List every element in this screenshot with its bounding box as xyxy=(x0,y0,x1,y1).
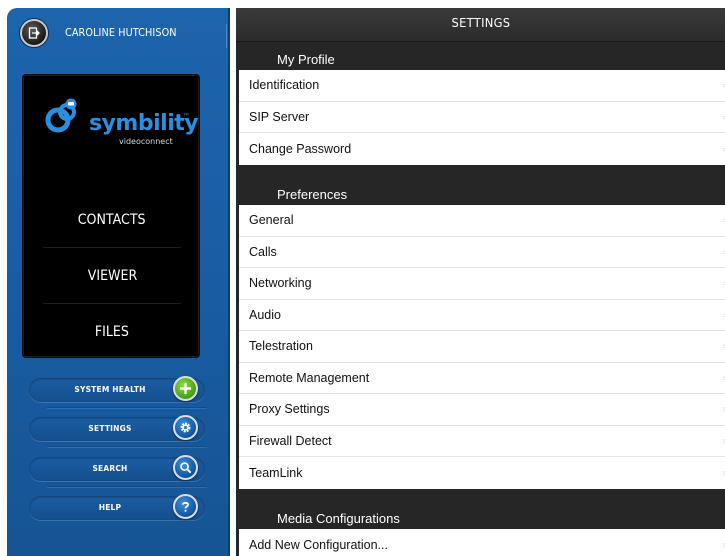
tool-label: SYSTEM HEALTH xyxy=(74,385,146,394)
settings-row-firewall-detect[interactable]: Firewall Detect › xyxy=(239,426,725,457)
row-label: TeamLink xyxy=(249,465,303,480)
row-label: Proxy Settings xyxy=(249,402,330,417)
settings-row-remote-management[interactable]: Remote Management › xyxy=(239,363,725,394)
divider xyxy=(47,486,207,487)
settings-row-general[interactable]: General › xyxy=(239,205,725,237)
row-label: Calls xyxy=(249,244,277,259)
logo-subtitle: videoconnect xyxy=(119,137,173,146)
nav-item-files[interactable]: FILES xyxy=(23,304,201,360)
sidebar: CAROLINE HUTCHISON symbility ™ videoconn… xyxy=(7,8,230,556)
search-icon-button[interactable] xyxy=(173,455,198,480)
tool-label: SEARCH xyxy=(92,464,128,473)
symbility-logo: symbility ™ videoconnect xyxy=(45,95,199,149)
divider xyxy=(226,24,229,48)
gear-icon xyxy=(180,422,191,433)
row-label: Add New Configuration... xyxy=(249,537,388,552)
row-label: Networking xyxy=(249,276,312,291)
section-title-media-configurations: Media Configurations xyxy=(277,511,400,526)
page-title: SETTINGS xyxy=(451,15,510,30)
divider xyxy=(47,407,207,408)
settings-header: SETTINGS xyxy=(236,8,725,42)
nav-item-label: VIEWER xyxy=(87,268,137,284)
logout-button[interactable] xyxy=(20,19,48,47)
row-label: General xyxy=(249,213,294,228)
nav-item-label: CONTACTS xyxy=(78,212,146,228)
settings-row-change-password[interactable]: Change Password › xyxy=(239,133,725,165)
row-label: Identification xyxy=(249,78,320,93)
settings-row-audio[interactable]: Audio › xyxy=(239,300,725,331)
tool-label: SETTINGS xyxy=(88,424,132,433)
settings-row-proxy-settings[interactable]: Proxy Settings › xyxy=(239,394,725,426)
nav-item-label: FILES xyxy=(95,324,129,340)
plus-icon xyxy=(179,382,192,395)
divider xyxy=(47,446,207,447)
row-label: Firewall Detect xyxy=(249,433,332,448)
row-label: SIP Server xyxy=(249,109,310,124)
help-icon[interactable] xyxy=(173,494,198,519)
main-panel: symbility ™ videoconnect CONTACTS VIEWER… xyxy=(22,74,200,358)
logo-mark-icon xyxy=(45,98,77,133)
nav-item-viewer[interactable]: VIEWER xyxy=(23,248,201,304)
row-label: Remote Management xyxy=(249,370,370,385)
logout-icon xyxy=(28,27,40,39)
settings-button[interactable]: SETTINGS xyxy=(7,413,217,446)
my-profile-group: Identification › SIP Server › Change Pas… xyxy=(239,70,725,165)
logo-wordmark: symbility xyxy=(89,111,199,136)
row-label: Change Password xyxy=(249,141,352,156)
section-title-my-profile: My Profile xyxy=(277,52,335,67)
tool-label: HELP xyxy=(98,503,122,512)
media-configurations-group: Add New Configuration... › xyxy=(239,529,725,556)
settings-row-calls[interactable]: Calls › xyxy=(239,237,725,268)
settings-icon[interactable] xyxy=(173,415,198,440)
search-icon xyxy=(180,462,192,474)
system-health-icon[interactable] xyxy=(173,376,198,401)
preferences-group: General › Calls › Networking › Audio › T… xyxy=(239,205,725,489)
settings-row-networking[interactable]: Networking › xyxy=(239,268,725,300)
search-button[interactable]: SEARCH xyxy=(7,453,217,486)
settings-row-teamlink[interactable]: TeamLink › xyxy=(239,457,725,489)
settings-row-add-new-configuration[interactable]: Add New Configuration... › xyxy=(239,529,725,556)
user-bar: CAROLINE HUTCHISON xyxy=(7,8,230,58)
row-label: Telestration xyxy=(249,339,313,354)
settings-pane: SETTINGS My Profile Identification › SIP… xyxy=(236,8,725,556)
settings-row-sip-server[interactable]: SIP Server › xyxy=(239,102,725,133)
help-button[interactable]: HELP xyxy=(7,492,217,525)
settings-row-identification[interactable]: Identification › xyxy=(239,70,725,102)
nav-item-contacts[interactable]: CONTACTS xyxy=(23,192,201,248)
system-health-button[interactable]: SYSTEM HEALTH xyxy=(7,374,217,407)
settings-row-telestration[interactable]: Telestration › xyxy=(239,331,725,363)
question-icon xyxy=(182,501,189,512)
logo-trademark: ™ xyxy=(183,113,189,119)
row-label: Audio xyxy=(249,307,281,322)
section-title-preferences: Preferences xyxy=(277,187,348,202)
user-name: CAROLINE HUTCHISON xyxy=(65,26,177,39)
